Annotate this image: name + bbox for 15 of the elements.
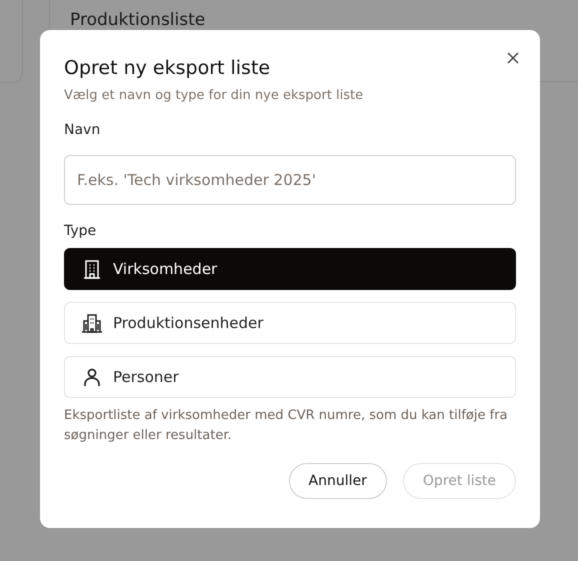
dialog-title: Opret ny eksport liste: [64, 57, 272, 79]
type-option[interactable]: Produktionsenheder: [64, 302, 516, 344]
dialog-subtitle: Vælg et navn og type for din nye eksport liste: [64, 88, 364, 103]
type-option[interactable]: Virksomheder: [64, 248, 516, 290]
building-icon: [81, 258, 103, 280]
close-icon[interactable]: [506, 51, 520, 65]
card-title: Produktionsliste: [70, 10, 206, 30]
type-option[interactable]: Personer: [64, 356, 516, 398]
field-label: Navn: [64, 122, 102, 138]
name-field[interactable]: F.eks. 'Tech virksomheder 2025': [64, 155, 516, 205]
field-label: Type: [64, 223, 98, 239]
person-icon: [81, 366, 103, 388]
buildings-icon: [81, 312, 103, 334]
type-description: Eksportliste af virksomheder med CVR numre, som du kan tilføje fra søgninger eller resultater.: [64, 407, 509, 445]
cancel-button[interactable]: Annuller: [288, 463, 387, 499]
